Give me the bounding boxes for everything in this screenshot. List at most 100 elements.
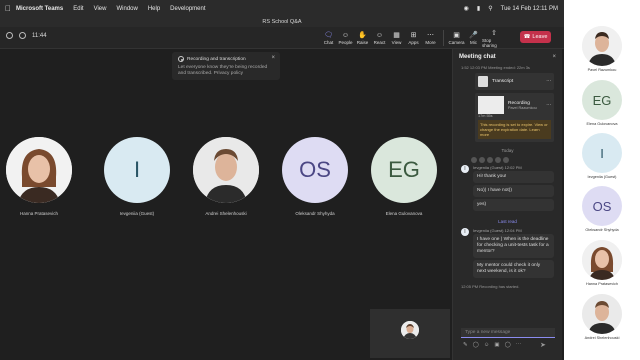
rail-participant[interactable]: I Ievgeniia (Guest) bbox=[580, 133, 624, 179]
wifi-icon[interactable]: ◉ bbox=[464, 5, 469, 12]
more-icon[interactable]: ⋯ bbox=[546, 79, 551, 84]
more-icon: ⋯ bbox=[427, 32, 434, 39]
participant-name: Elena Gulovanova bbox=[385, 211, 423, 216]
chat-icon: 🗨 bbox=[324, 32, 333, 39]
view-button[interactable]: ▦ View bbox=[388, 29, 405, 47]
emoji-icon[interactable]: ☺ bbox=[484, 342, 490, 348]
raise-hand-icon: ✋ bbox=[358, 32, 367, 39]
expiration-warning[interactable]: This recording is set to expire. View or… bbox=[478, 120, 551, 139]
rail-name: Hanna Pratasevich bbox=[585, 282, 619, 286]
avatar: OS bbox=[582, 186, 622, 226]
system-message: 12:05 PM Recording has started. bbox=[461, 284, 520, 289]
rail-participant[interactable]: EG Elena Gulovanova bbox=[580, 80, 624, 126]
chat-message: I Ievgeniia (Guest) 12:04 PM I have one … bbox=[453, 228, 562, 280]
menubar-clock[interactable]: Tue 14 Feb 12:11 PM bbox=[501, 6, 558, 12]
send-icon[interactable]: ➤ bbox=[540, 341, 546, 349]
message-meta: Ievgeniia (Guest) 12:02 PM bbox=[473, 165, 554, 170]
participant-name: Hanna Pratasevich bbox=[19, 211, 59, 216]
rail-participant[interactable]: OS Oleksandr Shyhyda bbox=[580, 186, 624, 232]
self-video-preview[interactable] bbox=[370, 309, 450, 358]
message-bubble[interactable]: Hi! thank you! bbox=[473, 171, 554, 183]
apps-icon: ⊞ bbox=[410, 32, 417, 39]
raise-hand-button[interactable]: ✋ Raise bbox=[354, 29, 371, 47]
sad-icon[interactable] bbox=[503, 157, 509, 163]
rail-photo bbox=[582, 294, 622, 334]
menu-window[interactable]: Window bbox=[116, 6, 137, 12]
participant-tile[interactable]: Hanna Pratasevich bbox=[5, 137, 73, 216]
meeting-timer: 11:44 bbox=[32, 32, 47, 39]
gif-icon[interactable]: ▣ bbox=[494, 342, 499, 348]
avatar: I bbox=[104, 137, 170, 203]
participant-tile[interactable]: EG Elena Gulovanova bbox=[370, 137, 438, 216]
chat-message: I Ievgeniia (Guest) 12:02 PM Hi! thank y… bbox=[453, 165, 562, 213]
stop-sharing-button[interactable]: ⇧ Stop sharing bbox=[482, 29, 506, 48]
heart-icon[interactable] bbox=[479, 157, 485, 163]
phone-icon: ☎ bbox=[523, 34, 531, 40]
apple-icon[interactable]:  bbox=[0, 4, 16, 13]
rail-participant[interactable]: Hanna Pratasevich bbox=[580, 240, 624, 286]
message-time: 12:04 PM bbox=[504, 228, 522, 233]
more-icon[interactable]: ⋯ bbox=[516, 342, 522, 348]
close-icon[interactable]: × bbox=[552, 54, 556, 60]
compose-toolbar: ✎ ◯ ☺ ▣ ◯ ⋯ bbox=[463, 342, 521, 348]
date-divider: Today bbox=[501, 148, 514, 153]
menu-help[interactable]: Help bbox=[148, 6, 160, 12]
react-icon: ☺ bbox=[375, 32, 384, 39]
message-bubble[interactable]: No)) I have not)) bbox=[473, 185, 554, 197]
apps-button[interactable]: ⊞ Apps bbox=[405, 29, 422, 47]
battery-icon[interactable]: ▮ bbox=[477, 5, 480, 12]
like-icon[interactable] bbox=[471, 157, 477, 163]
recording-toast: Recording and transcription Let everyone… bbox=[172, 52, 280, 80]
people-label: People bbox=[338, 40, 353, 45]
close-icon[interactable]: × bbox=[271, 55, 275, 61]
last-read-divider: Last read bbox=[498, 219, 517, 224]
avatar: OS bbox=[282, 137, 348, 203]
message-input[interactable]: Type a new message bbox=[461, 328, 555, 338]
participant-name: Ievgeniia (Guest) bbox=[119, 211, 155, 216]
sticker-icon[interactable]: ◯ bbox=[505, 342, 511, 348]
reaction-bar[interactable] bbox=[471, 157, 562, 163]
stop-sharing-label: Stop sharing bbox=[482, 37, 497, 48]
toast-title: Recording and transcription bbox=[187, 56, 246, 62]
menu-edit[interactable]: Edit bbox=[73, 6, 83, 12]
attach-icon[interactable]: ◯ bbox=[473, 342, 479, 348]
recording-card[interactable]: Recording Pavel Razumkou ⋯ 17m 55s This … bbox=[475, 93, 554, 142]
chat-button[interactable]: 🗨 Chat bbox=[320, 29, 337, 47]
more-button[interactable]: ⋯ More bbox=[422, 29, 439, 47]
participant-tile[interactable]: Andrei Shelenhouski bbox=[192, 137, 260, 216]
menu-development[interactable]: Development bbox=[170, 6, 205, 12]
menu-view[interactable]: View bbox=[94, 6, 107, 12]
participant-tile[interactable]: I Ievgeniia (Guest) bbox=[103, 137, 171, 216]
search-icon[interactable]: ⚲ bbox=[488, 5, 492, 12]
leave-button[interactable]: ☎ Leave bbox=[520, 31, 551, 43]
recording-author: Pavel Razumkou bbox=[508, 105, 537, 110]
participant-tile[interactable]: OS Oleksandr Shyhyda bbox=[281, 137, 349, 216]
format-icon[interactable]: ✎ bbox=[463, 342, 468, 348]
more-icon[interactable]: ⋯ bbox=[546, 103, 551, 108]
menu-app-name[interactable]: Microsoft Teams bbox=[16, 6, 63, 12]
message-bubble[interactable]: yes) bbox=[473, 199, 554, 211]
transcript-card[interactable]: Transcript ⋯ bbox=[475, 73, 554, 90]
mic-button[interactable]: 🎤 Mic bbox=[465, 29, 482, 47]
camera-button[interactable]: ▣ Camera bbox=[448, 29, 465, 47]
people-button[interactable]: ☺ People bbox=[337, 29, 354, 47]
message-meta: Ievgeniia (Guest) 12:04 PM bbox=[473, 228, 554, 233]
surprised-icon[interactable] bbox=[495, 157, 501, 163]
laugh-icon[interactable] bbox=[487, 157, 493, 163]
rail-participant[interactable]: Andrei Shelenhouski bbox=[580, 294, 624, 340]
react-label: React bbox=[373, 40, 386, 45]
rail-name: Pavel Razumkou bbox=[587, 68, 617, 72]
recording-thumbnail[interactable] bbox=[478, 96, 504, 114]
rail-name: Andrei Shelenhouski bbox=[584, 336, 620, 340]
self-photo bbox=[401, 321, 419, 339]
avatar: I bbox=[461, 165, 469, 173]
chat-label: Chat bbox=[323, 40, 334, 45]
avatar: I bbox=[461, 228, 469, 236]
message-bubble[interactable]: I have one ) When is the deadline for ch… bbox=[473, 234, 554, 258]
document-icon bbox=[478, 76, 488, 87]
message-bubble[interactable]: My mentor could check it only next weeke… bbox=[473, 260, 554, 278]
participant-photo bbox=[193, 137, 259, 203]
participant-name: Andrei Shelenhouski bbox=[205, 211, 247, 216]
rail-participant[interactable]: Pavel Razumkou bbox=[580, 26, 624, 72]
react-button[interactable]: ☺ React bbox=[371, 29, 388, 47]
